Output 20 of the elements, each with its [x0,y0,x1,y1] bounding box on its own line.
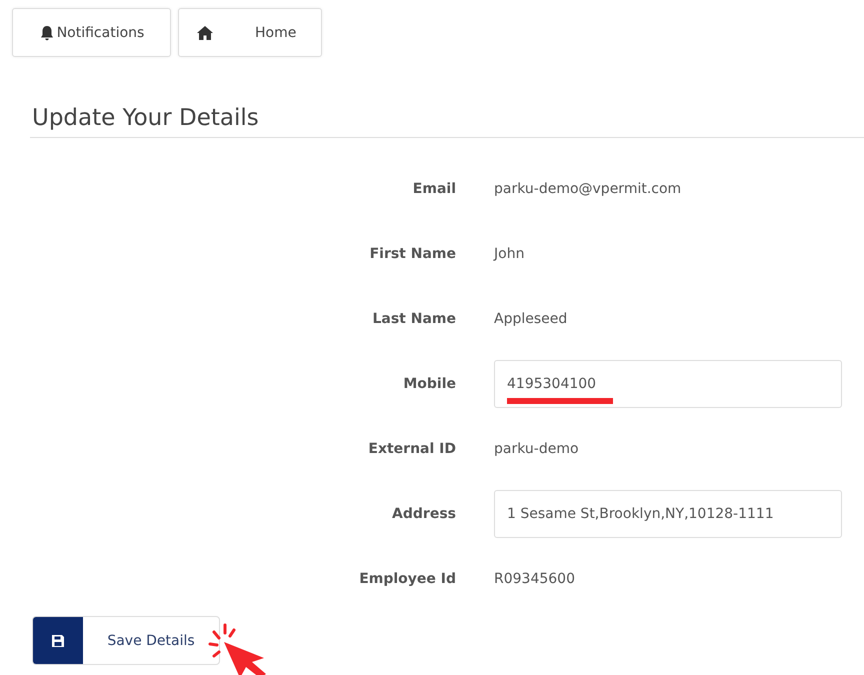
field-value: parku-demo [494,440,579,456]
field-label: Address [391,506,456,522]
field-label: External ID [367,440,456,456]
field-label: Employee Id [358,570,456,586]
page-heading: Update Your Details [32,105,260,131]
save-details-button[interactable]: Save Details [32,616,220,665]
input-field[interactable]: 4195304100 [494,360,842,408]
bell-icon [38,24,55,40]
field-value: John [494,246,524,262]
input-field[interactable]: 1 Sesame St,Brooklyn,NY,10128-1111 [494,490,842,538]
field-label: Mobile [402,376,456,392]
nav-button[interactable]: Notifications [12,8,171,57]
field-label: Email [412,180,456,196]
field-value: R09345600 [494,570,575,586]
field-label: First Name [368,246,456,262]
field-label: Last Name [371,310,456,326]
nav-button[interactable]: Home [178,8,322,57]
field-value: Appleseed [494,310,568,326]
home-icon [197,26,213,40]
field-value: parku-demo@vpermit.com [494,180,682,196]
